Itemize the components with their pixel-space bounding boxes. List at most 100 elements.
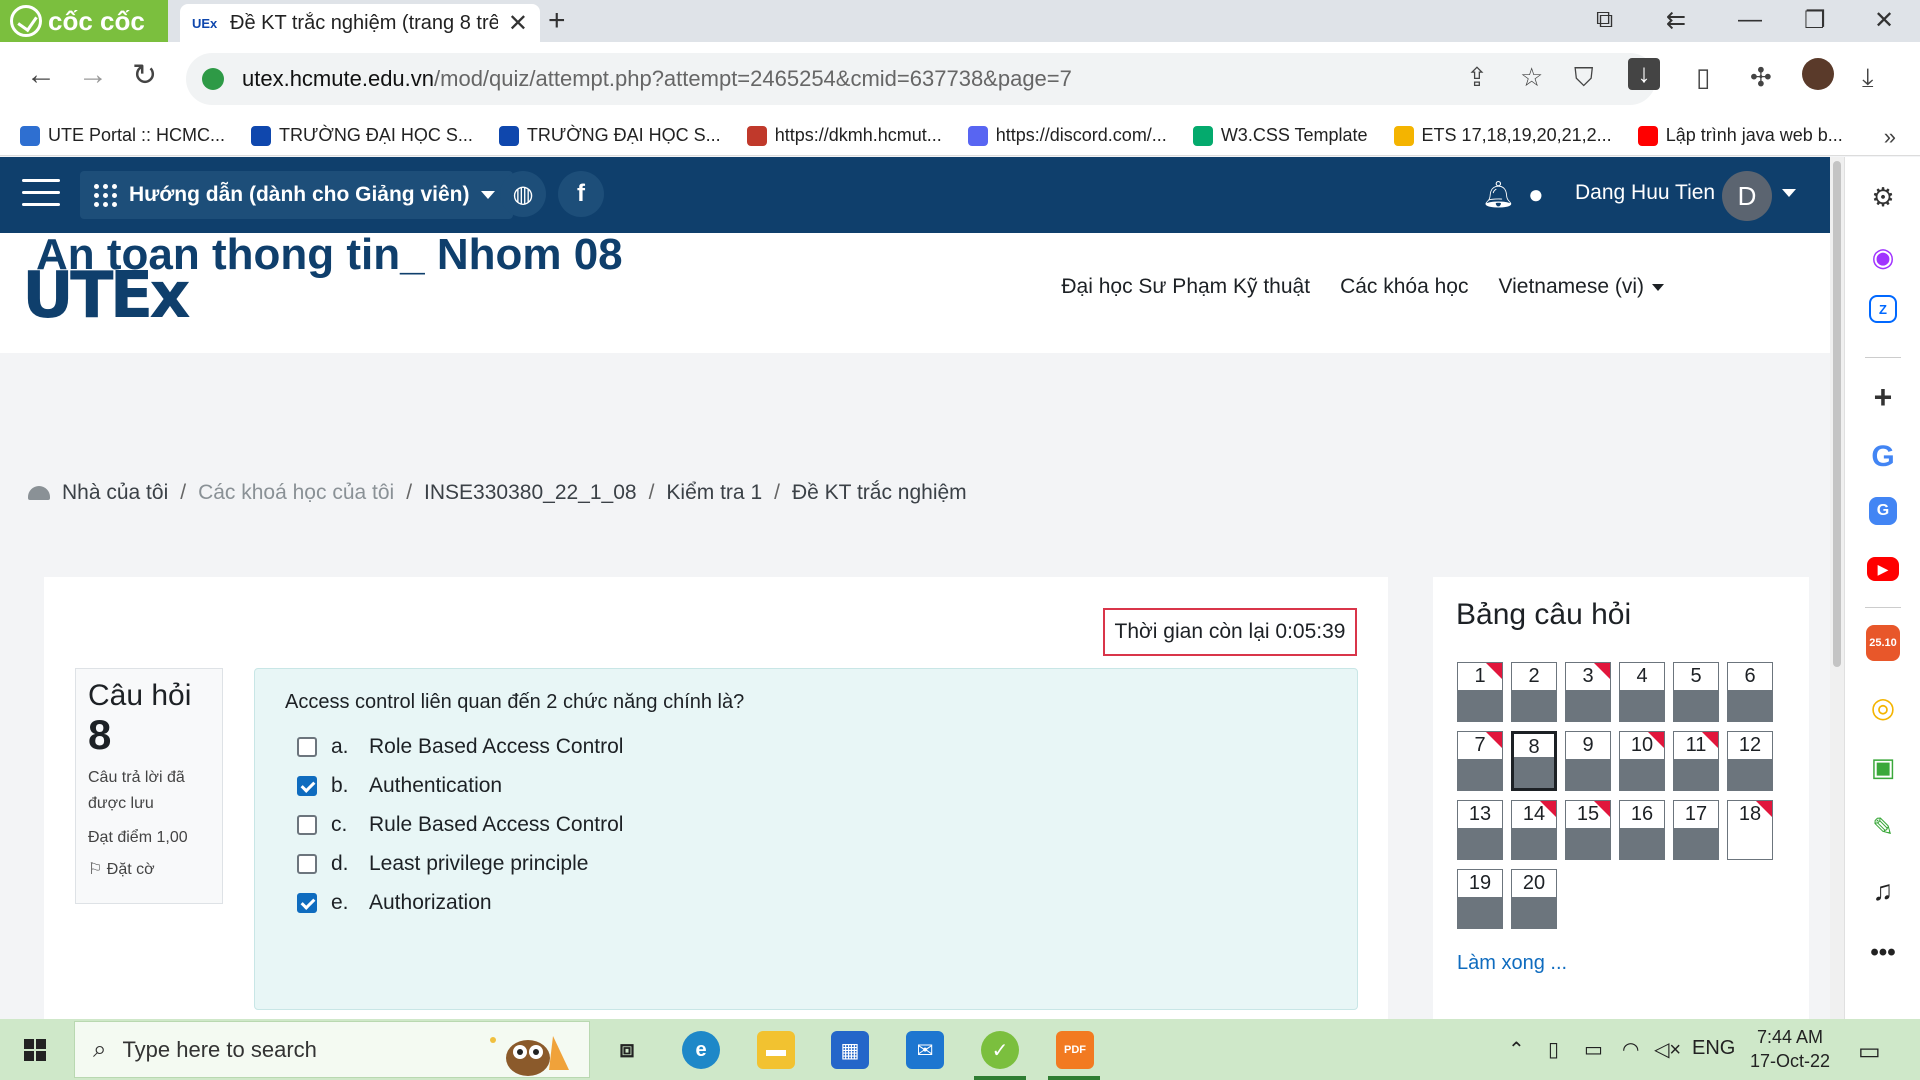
microsoft-store-icon[interactable]: ▦ [831, 1031, 869, 1069]
user-name[interactable]: Dang Huu Tien [1575, 181, 1715, 205]
more-options-icon[interactable]: ••• [1863, 933, 1903, 973]
quiz-nav-button[interactable]: 6 [1727, 662, 1773, 722]
browser-tab-active[interactable]: UEx Đề KT trắc nghiệm (trang 8 trên 20) … [180, 4, 540, 42]
answer-option[interactable]: d. Least privilege principle [297, 852, 588, 876]
notification-bell-icon[interactable]: 🔔︎ [1482, 179, 1515, 210]
tab-close-icon[interactable]: ✕ [508, 9, 528, 38]
answer-option[interactable]: a. Role Based Access Control [297, 735, 623, 759]
settings-gear-icon[interactable]: ⚙ [1863, 177, 1903, 217]
coin-icon[interactable]: ◎ [1863, 687, 1903, 727]
forward-icon[interactable]: → [78, 58, 108, 92]
quiz-nav-button[interactable]: 9 [1565, 731, 1611, 791]
answer-checkbox[interactable] [297, 854, 317, 874]
page-scrollbar[interactable] [1830, 157, 1844, 1019]
quiz-nav-button[interactable]: 8 [1511, 731, 1557, 791]
answer-checkbox[interactable] [297, 815, 317, 835]
google-icon[interactable]: G [1863, 437, 1903, 477]
puzzle-extensions-icon[interactable]: ✣ [1750, 62, 1772, 93]
download-page-icon[interactable]: ↓ [1628, 58, 1660, 90]
edge-browser-icon[interactable]: e [682, 1031, 720, 1069]
bookmark-item[interactable]: TRƯỜNG ĐẠI HỌC S... [251, 125, 473, 146]
quiz-nav-button[interactable]: 19 [1457, 869, 1503, 929]
secure-lock-icon[interactable] [202, 68, 224, 90]
google-translate-icon[interactable]: G [1869, 497, 1897, 525]
breadcrumb-my-courses[interactable]: Các khoá học của tôi [198, 481, 394, 505]
close-window-icon[interactable]: ✕ [1874, 6, 1894, 35]
breadcrumb-section[interactable]: Kiểm tra 1 [666, 481, 762, 505]
share-icon[interactable]: ⇪ [1466, 62, 1488, 93]
quiz-nav-button[interactable]: 13 [1457, 800, 1503, 860]
more-bookmarks-icon[interactable]: » [1884, 124, 1896, 150]
language-selector[interactable]: Vietnamese (vi) [1498, 275, 1664, 299]
profile-avatar-icon[interactable] [1802, 58, 1834, 90]
taskbar-search-box[interactable]: ⌕ Type here to search [74, 1021, 590, 1078]
answer-checkbox[interactable] [297, 737, 317, 757]
quiz-nav-button[interactable]: 10 [1619, 731, 1665, 791]
scrollbar-thumb[interactable] [1833, 161, 1841, 667]
windows-start-icon[interactable] [24, 1039, 46, 1061]
bookmark-star-icon[interactable]: ☆ [1520, 62, 1543, 93]
quiz-nav-button[interactable]: 2 [1511, 662, 1557, 722]
quiz-nav-button[interactable]: 15 [1565, 800, 1611, 860]
add-panel-icon[interactable]: + [1863, 377, 1903, 417]
wifi-icon[interactable]: ◠ [1622, 1037, 1639, 1062]
mail-icon[interactable]: ✉ [906, 1031, 944, 1069]
answer-option[interactable]: c. Rule Based Access Control [297, 813, 623, 837]
gift-icon[interactable]: ▣ [1863, 747, 1903, 787]
input-language[interactable]: ENG [1692, 1037, 1735, 1060]
bookmark-item[interactable]: https://discord.com/... [967, 125, 1167, 146]
screen-capture-icon[interactable]: ⧉ [1596, 6, 1613, 34]
new-tab-icon[interactable]: + [548, 4, 566, 38]
globe-icon[interactable]: ◍ [500, 171, 546, 217]
coccoc-menu-button[interactable]: cốc cốc [0, 0, 168, 42]
nav-university[interactable]: Đại học Sư Phạm Kỹ thuật [1061, 275, 1310, 299]
youtube-icon[interactable]: ▶ [1867, 557, 1899, 581]
bookmark-item[interactable]: ETS 17,18,19,20,21,2... [1393, 125, 1612, 146]
quiz-nav-button[interactable]: 5 [1673, 662, 1719, 722]
extension-icon[interactable]: ▯ [1696, 62, 1710, 93]
notifications-bell-icon[interactable]: ♫ [1863, 871, 1903, 911]
quiz-nav-button[interactable]: 12 [1727, 731, 1773, 791]
tray-device-icon[interactable]: ▯ [1548, 1037, 1559, 1062]
taskbar-clock[interactable]: 7:44 AM 17-Oct-22 [1740, 1025, 1840, 1073]
quiz-nav-button[interactable]: 1 [1457, 662, 1503, 722]
messages-icon[interactable]: ● [1528, 179, 1544, 210]
guide-menu-button[interactable]: Hướng dẫn (dành cho Giảng viên) [80, 171, 514, 219]
user-menu-chevron-icon[interactable] [1782, 189, 1796, 197]
quiz-nav-button[interactable]: 4 [1619, 662, 1665, 722]
answer-checkbox[interactable] [297, 893, 317, 913]
facebook-icon[interactable]: f [558, 171, 604, 217]
notification-center-icon[interactable]: ▭ [1858, 1037, 1881, 1066]
task-view-icon[interactable]: ⧈ [608, 1031, 646, 1069]
downloads-icon[interactable]: ⤓ [1862, 62, 1874, 94]
url-bar[interactable]: utex.hcmute.edu.vn/mod/quiz/attempt.php?… [186, 53, 1656, 105]
quiz-nav-button[interactable]: 7 [1457, 731, 1503, 791]
tray-chevron-icon[interactable]: ⌃ [1508, 1037, 1525, 1062]
quiz-nav-button[interactable]: 11 [1673, 731, 1719, 791]
bookmark-item[interactable]: https://dkmh.hcmut... [746, 125, 942, 146]
breadcrumb-home[interactable]: Nhà của tôi [62, 481, 168, 505]
nav-courses[interactable]: Các khóa học [1340, 275, 1468, 299]
breadcrumb-course[interactable]: INSE330380_22_1_08 [424, 481, 637, 505]
minimize-icon[interactable]: — [1738, 6, 1762, 34]
coccoc-taskbar-icon[interactable]: ✓ [981, 1031, 1019, 1069]
shield-icon[interactable]: ⛉ [1574, 62, 1594, 94]
answer-option[interactable]: e. Authorization [297, 891, 492, 915]
back-icon[interactable]: ← [26, 58, 56, 92]
quiz-nav-button[interactable]: 18 [1727, 800, 1773, 860]
quiz-nav-button[interactable]: 17 [1673, 800, 1719, 860]
drawer-toggle-icon[interactable] [22, 179, 60, 209]
quiz-nav-button[interactable]: 3 [1565, 662, 1611, 722]
zalo-icon[interactable]: Z [1869, 295, 1897, 323]
shopping-promo-icon[interactable]: 25.10 [1866, 625, 1900, 661]
volume-muted-icon[interactable]: ◁× [1654, 1037, 1681, 1062]
pdf-app-icon[interactable]: PDF [1056, 1031, 1094, 1069]
quiz-nav-button[interactable]: 20 [1511, 869, 1557, 929]
answer-checkbox[interactable] [297, 776, 317, 796]
bookmark-item[interactable]: W3.CSS Template [1192, 125, 1368, 146]
battery-icon[interactable]: ▭ [1584, 1037, 1603, 1062]
bookmark-item[interactable]: UTE Portal :: HCMC... [20, 125, 225, 146]
restore-icon[interactable]: ❐ [1804, 6, 1826, 35]
answer-option[interactable]: b. Authentication [297, 774, 502, 798]
breadcrumb-quiz[interactable]: Đề KT trắc nghiệm [792, 481, 967, 505]
